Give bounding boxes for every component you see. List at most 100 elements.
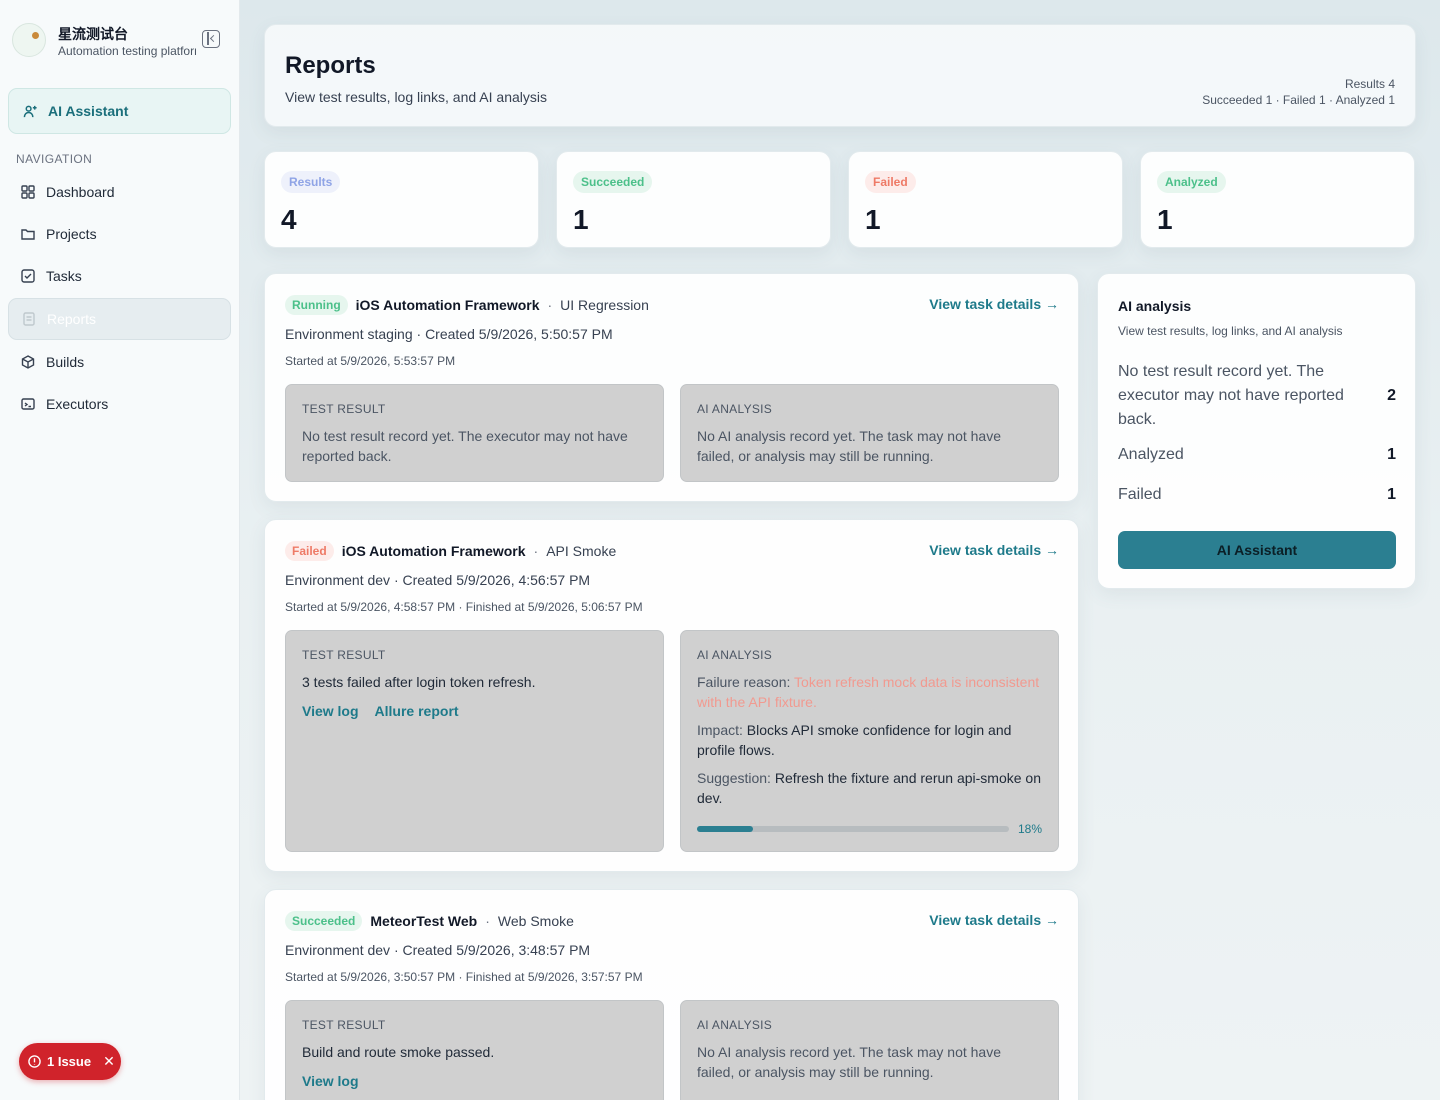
- ai-stat-value: 2: [1387, 387, 1396, 404]
- view-task-details-link[interactable]: View task details →: [929, 912, 1059, 928]
- summary-results: Results 4: [1344, 77, 1395, 91]
- report-card: Failed iOS Automation Framework · API Sm…: [264, 519, 1079, 872]
- sidebar-item-label: Reports: [47, 311, 97, 327]
- sparkle-person-icon: [23, 104, 38, 119]
- status-badge: Succeeded: [285, 911, 363, 931]
- failure-reason-label: Failure reason:: [697, 674, 791, 690]
- view-task-details-link[interactable]: View task details →: [929, 542, 1059, 558]
- box-title: TEST RESULT: [302, 402, 386, 416]
- box-title: TEST RESULT: [302, 648, 386, 662]
- sidebar-item-label: Projects: [46, 226, 97, 242]
- ai-analysis-box: AI ANALYSIS No AI analysis record yet. T…: [680, 1000, 1059, 1100]
- ai-analysis-text: No AI analysis record yet. The task may …: [697, 428, 1002, 464]
- ai-assistant-label: AI Assistant: [48, 103, 129, 119]
- terminal-icon: [20, 397, 35, 412]
- status-badge: Running: [285, 295, 348, 315]
- close-icon[interactable]: ✕: [103, 1053, 115, 1070]
- environment-info: Environment staging · Created 5/9/2026, …: [285, 326, 613, 342]
- brand-logo: [12, 23, 46, 57]
- brand: 星流测试台 Automation testing platform: [12, 22, 228, 62]
- page-subtitle: View test results, log links, and AI ana…: [285, 89, 547, 105]
- ai-stat-label: Analyzed: [1118, 446, 1184, 463]
- sidebar-item-reports[interactable]: Reports: [8, 298, 231, 340]
- view-task-details-link[interactable]: View task details →: [929, 296, 1059, 312]
- ai-analysis-box: AI ANALYSIS Failure reason: Token refres…: [680, 630, 1059, 852]
- sidebar-item-label: Dashboard: [46, 184, 115, 200]
- stat-card-failed: Failed 1: [848, 151, 1123, 248]
- cube-icon: [20, 355, 35, 370]
- box-title: TEST RESULT: [302, 1018, 386, 1032]
- stat-card-succeeded: Succeeded 1: [556, 151, 831, 248]
- sidebar-item-tasks[interactable]: Tasks: [8, 255, 231, 297]
- run-time: Started at 5/9/2026, 4:58:57 PM · Finish…: [285, 600, 643, 614]
- ai-stat-label: No test result record yet. The executor …: [1118, 363, 1344, 428]
- stat-value: 4: [281, 204, 297, 235]
- separator: ·: [485, 913, 490, 929]
- test-result-text: Build and route smoke passed.: [302, 1044, 495, 1060]
- suggestion: Suggestion: Refresh the fixture and reru…: [697, 768, 1042, 808]
- sidebar-item-label: Executors: [46, 396, 109, 412]
- sidebar-item-label: Tasks: [46, 268, 82, 284]
- task-name: UI Regression: [560, 297, 649, 313]
- run-time: Started at 5/9/2026, 3:50:57 PM · Finish…: [285, 970, 643, 984]
- ai-assistant-button[interactable]: AI Assistant: [8, 88, 231, 134]
- app-root: 星流测试台 Automation testing platform AI Ass…: [0, 0, 1440, 1100]
- impact-label: Impact:: [697, 722, 743, 738]
- grid-icon: [20, 185, 35, 200]
- panel-title: AI analysis: [1118, 298, 1192, 314]
- failure-reason: Failure reason: Token refresh mock data …: [697, 672, 1042, 712]
- stat-value: 1: [865, 204, 881, 235]
- report-header: Failed iOS Automation Framework · API Sm…: [285, 541, 616, 561]
- sidebar-item-executors[interactable]: Executors: [8, 383, 231, 425]
- test-result-box: TEST RESULT Build and route smoke passed…: [285, 1000, 664, 1100]
- ai-assistant-panel-button[interactable]: AI Assistant: [1118, 531, 1396, 569]
- result-links: View log: [302, 1073, 647, 1089]
- environment-info: Environment dev · Created 5/9/2026, 4:56…: [285, 572, 591, 588]
- sidebar: 星流测试台 Automation testing platform AI Ass…: [0, 0, 240, 1100]
- test-result-box: TEST RESULT 3 tests failed after login t…: [285, 630, 664, 852]
- run-time: Started at 5/9/2026, 5:53:57 PM: [285, 354, 456, 368]
- sidebar-item-projects[interactable]: Projects: [8, 213, 231, 255]
- page-title: Reports: [285, 52, 376, 79]
- report-header: Running iOS Automation Framework · UI Re…: [285, 295, 649, 315]
- task-name: Web Smoke: [497, 913, 574, 929]
- view-log-link[interactable]: View log: [302, 1073, 359, 1089]
- allure-report-link[interactable]: Allure report: [375, 703, 459, 719]
- stat-card-results: Results 4: [264, 151, 539, 248]
- issue-indicator[interactable]: 1 Issue ✕: [19, 1043, 121, 1080]
- ai-stat-value: 1: [1387, 446, 1396, 463]
- sidebar-item-label: Builds: [46, 354, 85, 370]
- test-result-text: 3 tests failed after login token refresh…: [302, 674, 536, 690]
- brand-name: 星流测试台: [58, 26, 128, 42]
- view-log-link[interactable]: View log: [302, 703, 359, 719]
- status-badge: Failed: [285, 541, 334, 561]
- ai-stat-row: No test result record yet. The executor …: [1118, 360, 1396, 432]
- stat-label: Succeeded: [573, 171, 653, 193]
- ai-analysis-text: No AI analysis record yet. The task may …: [697, 1044, 1002, 1080]
- stat-label: Results: [281, 171, 341, 193]
- ai-stat-value: 1: [1387, 486, 1396, 503]
- impact-value: Blocks API smoke confidence for login an…: [697, 722, 1012, 758]
- progress-percent: 18%: [1017, 822, 1042, 836]
- header-summary: Results 4 Succeeded 1 · Failed 1 · Analy…: [1202, 76, 1395, 108]
- impact: Impact: Blocks API smoke confidence for …: [697, 720, 1042, 760]
- report-card: Running iOS Automation Framework · UI Re…: [264, 273, 1079, 502]
- stat-card-analyzed: Analyzed 1: [1140, 151, 1415, 248]
- separator: ·: [533, 543, 539, 559]
- test-result-box: TEST RESULT No test result record yet. T…: [285, 384, 664, 482]
- stat-label: Analyzed: [1157, 171, 1226, 193]
- collapse-sidebar-icon[interactable]: [202, 30, 220, 48]
- progress-track: [697, 826, 1009, 832]
- project-name: iOS Automation Framework: [341, 543, 526, 559]
- sidebar-item-dashboard[interactable]: Dashboard: [8, 171, 231, 213]
- page-header: Reports View test results, log links, an…: [264, 24, 1416, 127]
- stat-value: 1: [1157, 204, 1173, 235]
- result-links: View log Allure report: [302, 703, 647, 719]
- box-title: AI ANALYSIS: [697, 402, 773, 416]
- ai-stat-label: Failed: [1118, 486, 1162, 503]
- project-name: iOS Automation Framework: [355, 297, 540, 313]
- nav-heading: NAVIGATION: [16, 152, 93, 166]
- suggestion-label: Suggestion:: [697, 770, 771, 786]
- folder-icon: [20, 227, 35, 242]
- sidebar-item-builds[interactable]: Builds: [8, 341, 231, 383]
